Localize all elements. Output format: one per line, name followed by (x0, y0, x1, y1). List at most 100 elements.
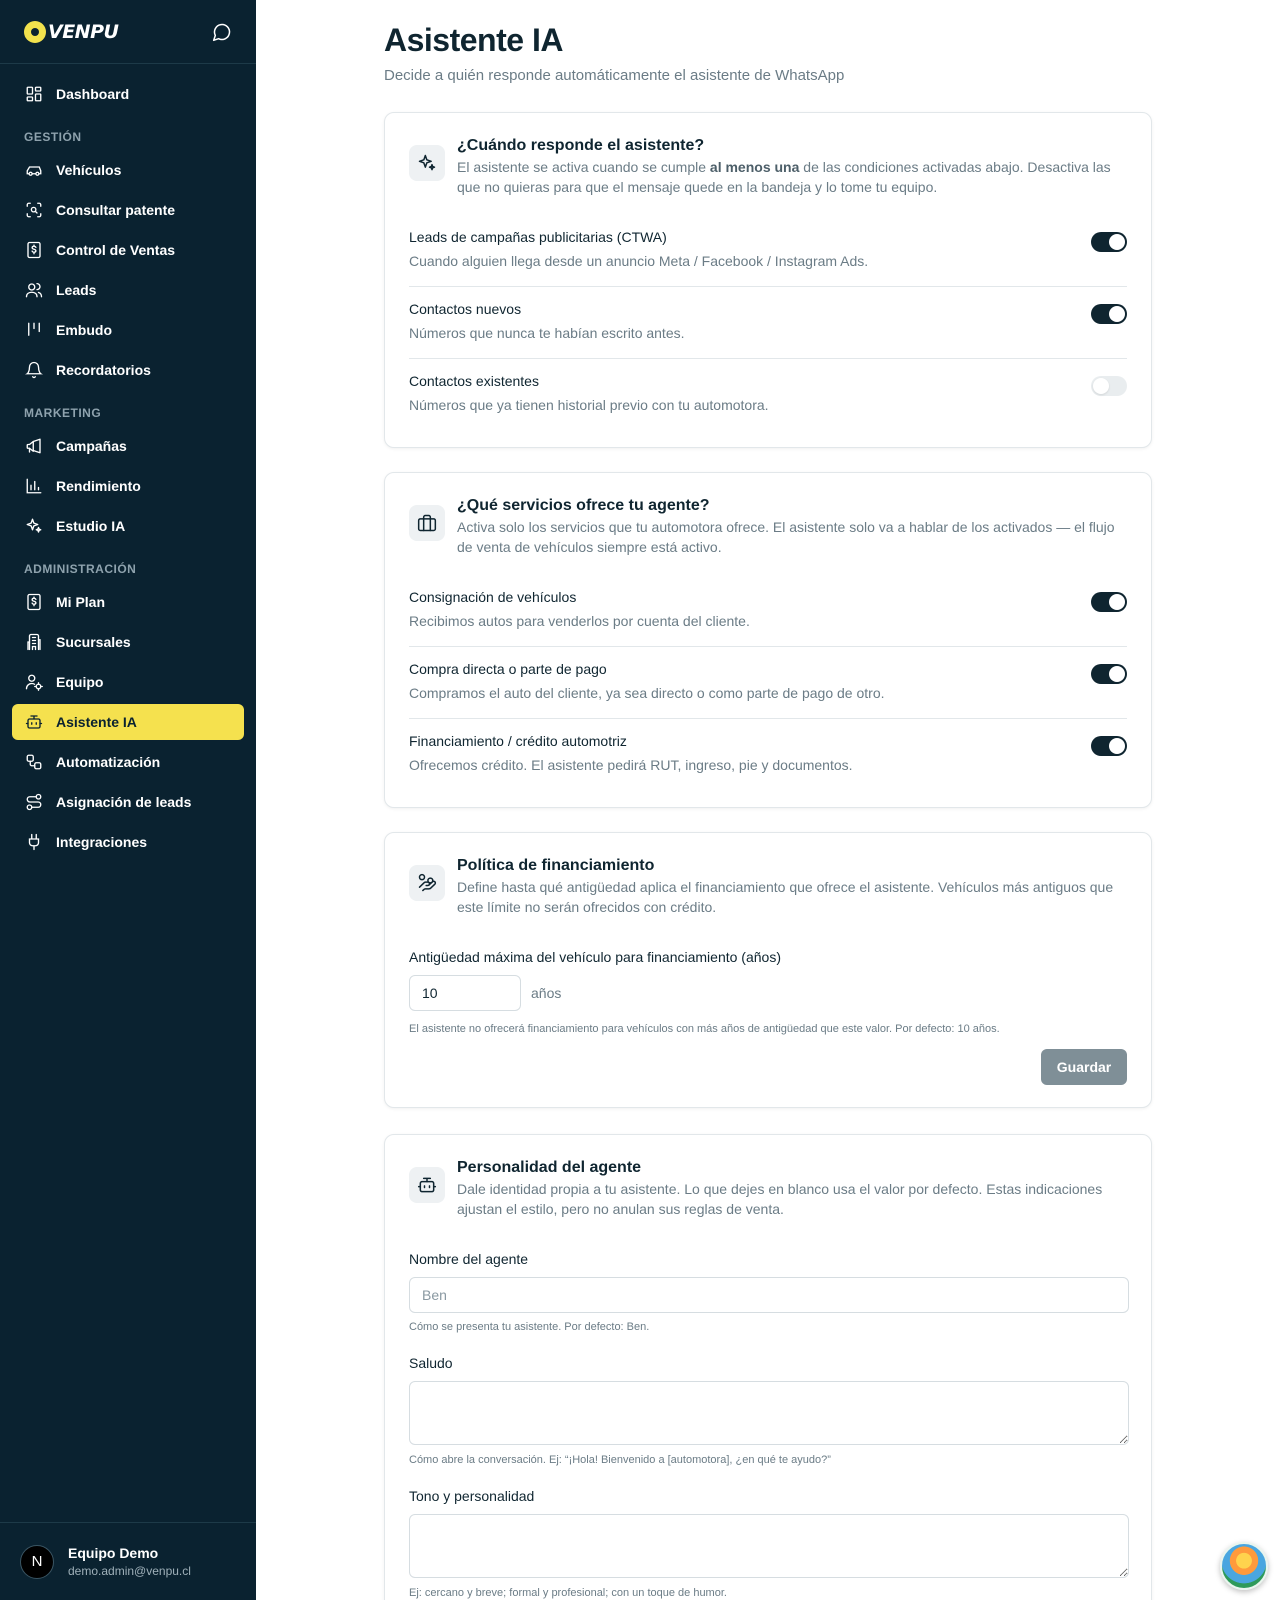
brand-header: VENPU (0, 0, 256, 64)
plug-icon (24, 832, 44, 852)
field-hint: Cómo abre la conversación. Ej: “¡Hola! B… (409, 1454, 831, 1466)
sidebar-section-title: ADMINISTRACIÓN (24, 562, 137, 576)
sidebar-item-consultar-patente[interactable]: Consultar patente (12, 192, 244, 228)
sidebar-item-estudio-ia[interactable]: Estudio IA (12, 508, 244, 544)
toggle-label: Leads de campañas publicitarias (CTWA) (409, 229, 667, 245)
toggle-row-consignacion: Consignación de vehículos Recibimos auto… (409, 575, 1127, 647)
sidebar-item-label: Estudio IA (56, 518, 126, 534)
toggle-new-contacts[interactable] (1091, 304, 1127, 324)
sidebar-item-integraciones[interactable]: Integraciones (12, 824, 244, 860)
toggle-description: Recibimos autos para venderlos por cuent… (409, 613, 750, 629)
max-age-input[interactable] (409, 975, 521, 1011)
grid-icon (24, 84, 44, 104)
sidebar-item-label: Control de Ventas (56, 242, 176, 258)
toggle-label: Contactos nuevos (409, 301, 522, 317)
toggle-consignacion[interactable] (1091, 592, 1127, 612)
card-description: Activa solo los servicios que tu automot… (457, 519, 1115, 555)
user-email: demo.admin@venpu.cl (68, 1564, 191, 1578)
sidebar-item-rendimiento[interactable]: Rendimiento (12, 468, 244, 504)
car-icon (24, 160, 44, 180)
sidebar-item-recordatorios[interactable]: Recordatorios (12, 352, 244, 388)
toggle-row-new-contacts: Contactos nuevos Números que nunca te ha… (409, 287, 1127, 359)
card-title: ¿Qué servicios ofrece tu agente? (457, 497, 710, 514)
sidebar-item-label: Equipo (56, 674, 104, 690)
greeting-textarea[interactable] (409, 1381, 1129, 1445)
sidebar-nav: Dashboard GESTIÓN Vehículos Consultar pa… (0, 64, 256, 860)
sidebar-item-label: Asignación de leads (56, 794, 192, 810)
megaphone-icon (24, 436, 44, 456)
card-title: Política de financiamiento (457, 857, 655, 874)
sidebar: VENPU Dashboard GESTIÓN Vehículos Consul… (0, 0, 256, 1600)
sidebar-item-label: Sucursales (56, 634, 131, 650)
sidebar-item-label: Leads (56, 282, 97, 298)
sidebar-item-vehiculos[interactable]: Vehículos (12, 152, 244, 188)
field-hint: Cómo se presenta tu asistente. Por defec… (409, 1321, 650, 1333)
sparkles-icon (24, 516, 44, 536)
toggle-row-financiamiento: Financiamiento / crédito automotriz Ofre… (409, 719, 1127, 790)
card-description: Define hasta qué antigüedad aplica el fi… (457, 879, 1114, 915)
dollar-receipt-icon (24, 240, 44, 260)
tone-textarea[interactable] (409, 1514, 1129, 1578)
chat-bubble-icon[interactable] (212, 22, 232, 42)
sidebar-item-label: Automatización (56, 754, 161, 770)
kanban-icon (24, 320, 44, 340)
workflow-icon (24, 752, 44, 772)
card-services: ¿Qué servicios ofrece tu agente? Activa … (384, 472, 1152, 808)
toggle-label: Contactos existentes (409, 373, 539, 389)
sidebar-item-campanas[interactable]: Campañas (12, 428, 244, 464)
building-icon (24, 632, 44, 652)
sidebar-item-label: Asistente IA (56, 714, 137, 730)
card-description: El asistente se activa cuando se cumple … (457, 159, 1111, 195)
agent-name-input[interactable] (409, 1277, 1129, 1313)
sparkles-icon (409, 145, 445, 181)
card-title: Personalidad del agente (457, 1159, 642, 1176)
sidebar-item-control-ventas[interactable]: Control de Ventas (12, 232, 244, 268)
sidebar-item-mi-plan[interactable]: Mi Plan (12, 584, 244, 620)
sidebar-item-label: Dashboard (56, 86, 130, 102)
field-label: Nombre del agente (409, 1251, 529, 1267)
toggle-existing-contacts[interactable] (1091, 376, 1127, 396)
sidebar-item-automatizacion[interactable]: Automatización (12, 744, 244, 780)
field-hint: Ej: cercano y breve; formal y profesiona… (409, 1587, 727, 1599)
sidebar-item-embudo[interactable]: Embudo (12, 312, 244, 348)
toggle-description: Compramos el auto del cliente, ya sea di… (409, 685, 885, 701)
field-label: Saludo (409, 1355, 453, 1371)
sidebar-item-label: Integraciones (56, 834, 148, 850)
sidebar-section-title: MARKETING (24, 406, 102, 420)
page-title: Asistente IA (384, 22, 563, 58)
page-subtitle: Decide a quién responde automáticamente … (384, 67, 845, 84)
sidebar-item-sucursales[interactable]: Sucursales (12, 624, 244, 660)
save-button[interactable]: Guardar (1041, 1049, 1127, 1085)
card-finance-policy: Política de financiamiento Define hasta … (384, 832, 1152, 1108)
logo-pin-icon (24, 20, 46, 43)
field-label: Antigüedad máxima del vehículo para fina… (409, 949, 781, 965)
users-icon (24, 280, 44, 300)
toggle-description: Ofrecemos crédito. El asistente pedirá R… (409, 757, 853, 773)
sidebar-item-label: Recordatorios (56, 362, 151, 378)
assistant-avatar-button[interactable] (1220, 1542, 1268, 1590)
sidebar-item-asistente-ia[interactable]: Asistente IA (12, 704, 244, 740)
briefcase-icon (409, 505, 445, 541)
user-profile[interactable]: N Equipo Demo demo.admin@venpu.cl (0, 1522, 256, 1600)
sidebar-item-leads[interactable]: Leads (12, 272, 244, 308)
card-description: Dale identidad propia a tu asistente. Lo… (457, 1181, 1103, 1217)
sidebar-item-label: Rendimiento (56, 478, 141, 494)
field-label: Tono y personalidad (409, 1488, 535, 1504)
sidebar-item-label: Mi Plan (56, 594, 106, 610)
toggle-compra-directa[interactable] (1091, 664, 1127, 684)
dollar-receipt-icon (24, 592, 44, 612)
toggle-label: Compra directa o parte de pago (409, 661, 607, 677)
sidebar-item-equipo[interactable]: Equipo (12, 664, 244, 700)
main-content: Asistente IA Decide a quién responde aut… (256, 0, 1280, 1600)
sidebar-item-label: Embudo (56, 322, 112, 338)
brand-logo-text[interactable]: VENPU (48, 21, 119, 43)
toggle-financiamiento[interactable] (1091, 736, 1127, 756)
sidebar-item-dashboard[interactable]: Dashboard (12, 76, 244, 112)
bot-icon (409, 1167, 445, 1203)
bot-icon (24, 712, 44, 732)
toggle-ctwa[interactable] (1091, 232, 1127, 252)
sidebar-section-title: GESTIÓN (24, 130, 82, 144)
sidebar-item-asignacion-leads[interactable]: Asignación de leads (12, 784, 244, 820)
toggle-description: Números que nunca te habían escrito ante… (409, 325, 685, 341)
toggle-description: Números que ya tienen historial previo c… (409, 397, 769, 413)
